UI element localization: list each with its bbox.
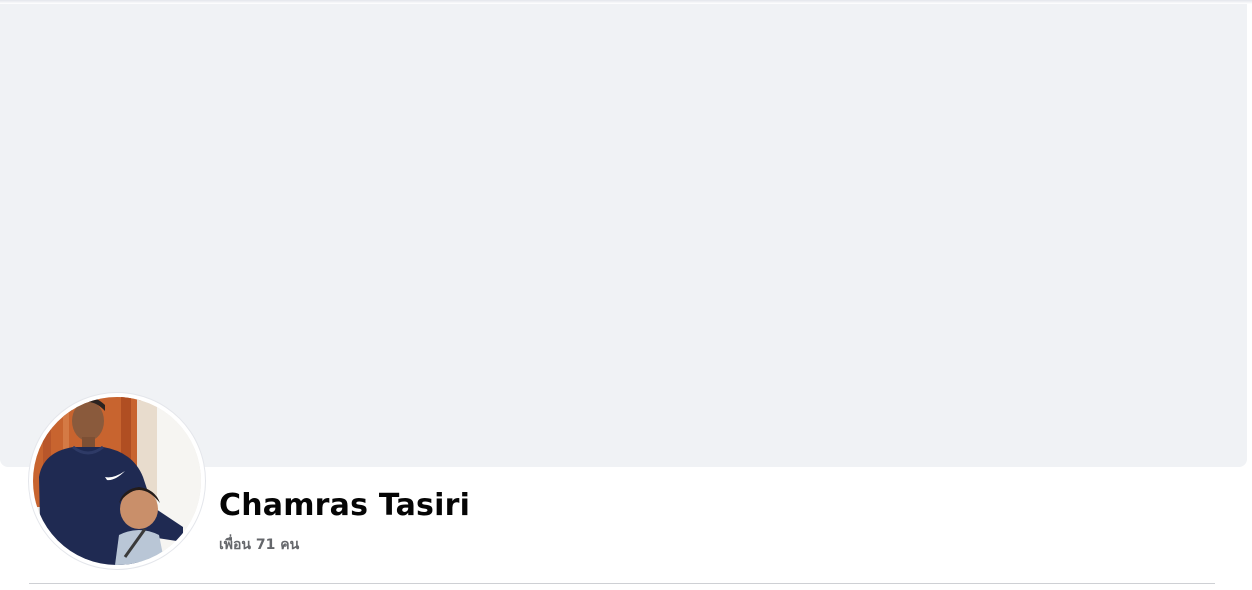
profile-name[interactable]: Chamras Tasiri: [219, 488, 470, 523]
avatar[interactable]: [33, 397, 201, 565]
section-divider: [29, 583, 1215, 584]
cover-photo[interactable]: [0, 4, 1247, 467]
profile-page: Chamras Tasiri เพื่อน 71 คน: [0, 0, 1252, 590]
profile-photo-icon: [33, 397, 201, 565]
friends-count-link[interactable]: เพื่อน 71 คน: [219, 534, 299, 556]
